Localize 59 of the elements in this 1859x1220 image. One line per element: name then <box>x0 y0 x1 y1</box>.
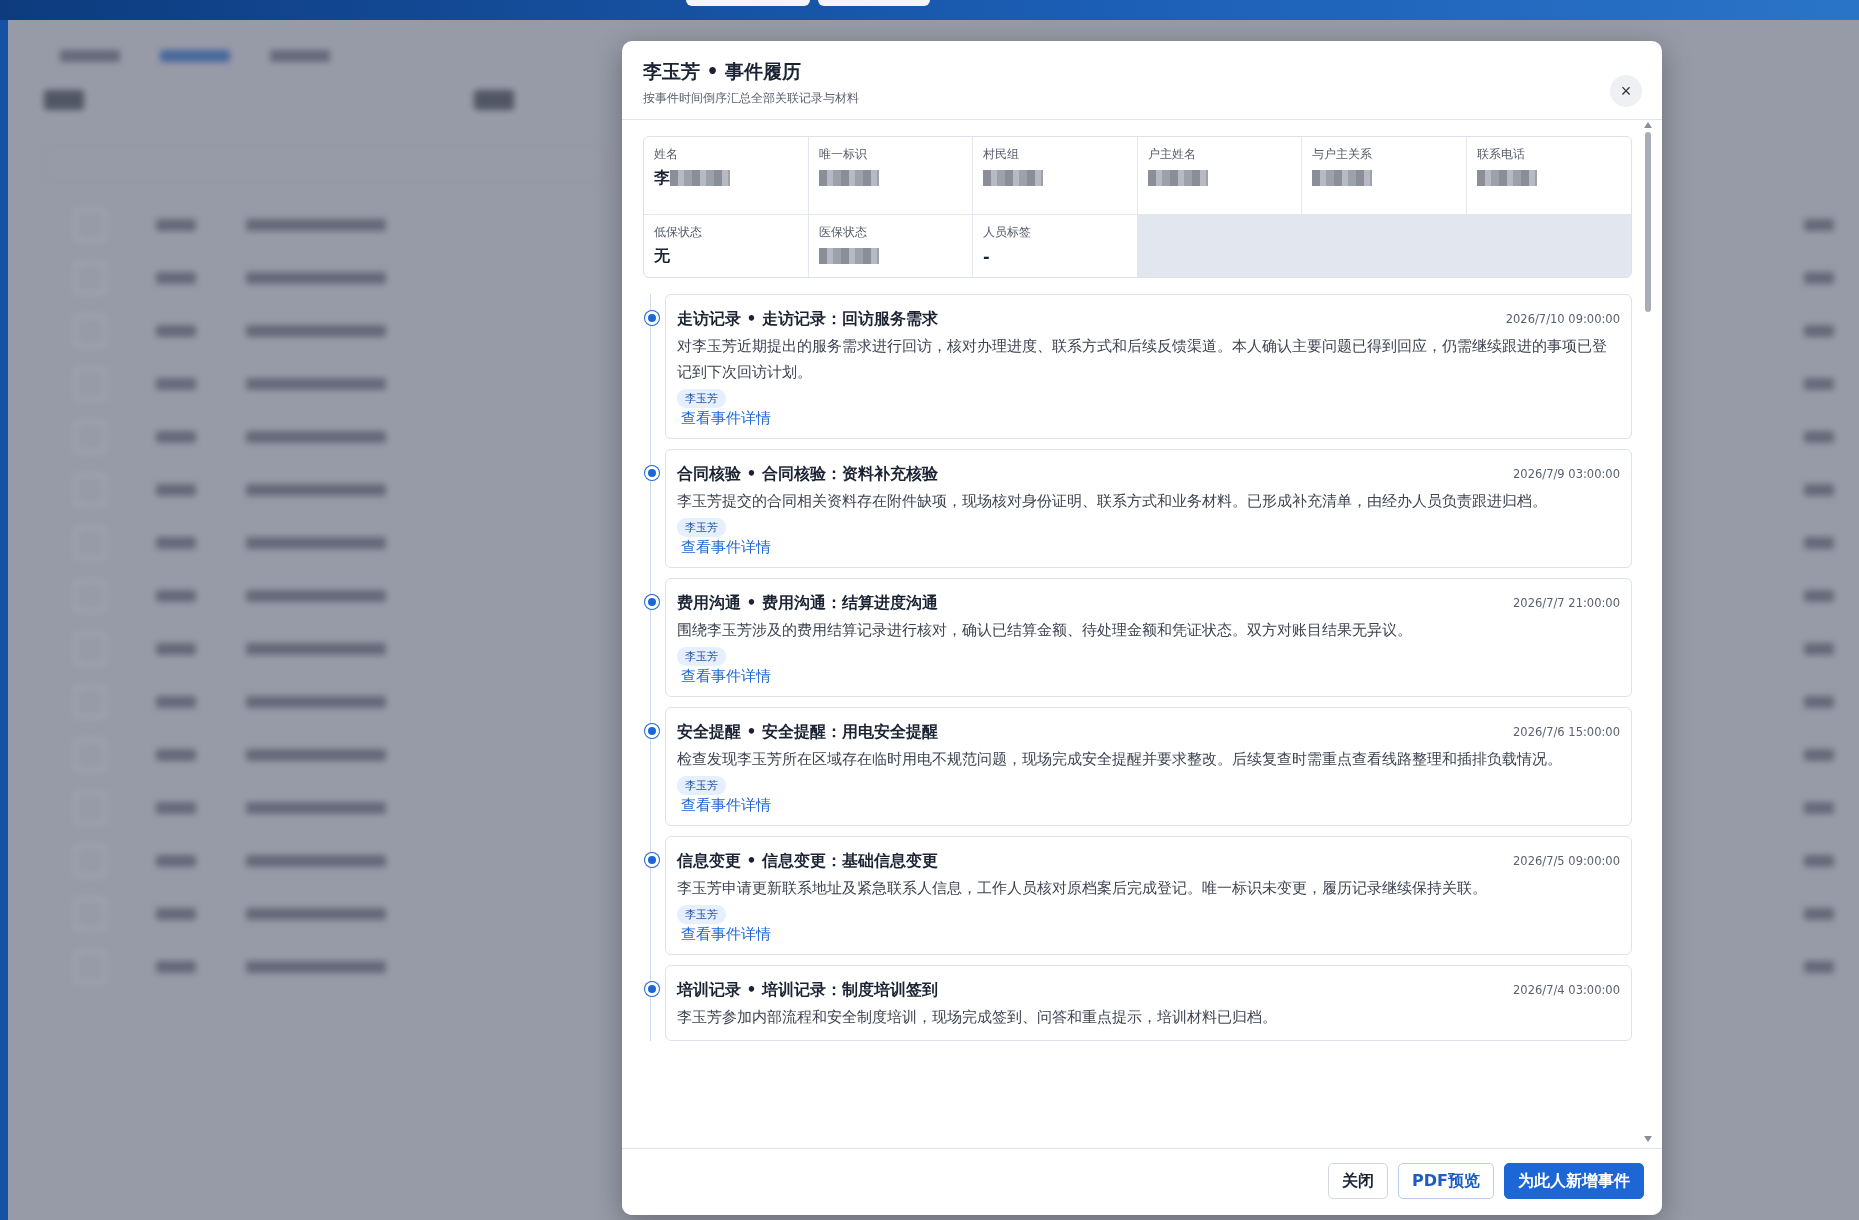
event-description: 检查发现李玉芳所在区域存在临时用电不规范问题，现场完成安全提醒并要求整改。后续复查时需重点查看线路整理和插排负载情况。 <box>677 749 1563 770</box>
redacted-block <box>1476 170 1537 186</box>
field-value: 李 <box>654 167 670 189</box>
person-tag: 李玉芳 <box>677 389 726 408</box>
field-value: - <box>983 246 990 266</box>
redacted-block <box>670 170 730 186</box>
event-title: 安全提醒 • 安全提醒：用电安全提醒 <box>677 721 938 743</box>
event-time: 2026/7/6 15:00:00 <box>1513 725 1620 739</box>
event-detail-link[interactable]: 查看事件详情 <box>681 538 771 556</box>
timeline-dot-icon <box>645 466 659 480</box>
event-time: 2026/7/4 03:00:00 <box>1513 983 1620 997</box>
redacted-block <box>818 170 879 186</box>
event-detail-link[interactable]: 查看事件详情 <box>681 667 771 685</box>
close-button[interactable]: × <box>1610 75 1642 107</box>
event-time: 2026/7/10 09:00:00 <box>1505 312 1620 326</box>
event-detail-link[interactable]: 查看事件详情 <box>681 925 771 943</box>
field-label: 姓名 <box>654 147 679 162</box>
redacted-block <box>1312 170 1372 186</box>
event-title: 信息变更 • 信息变更：基础信息变更 <box>677 850 938 872</box>
timeline-dot-icon <box>645 595 659 609</box>
event-title: 合同核验 • 合同核验：资料补充核验 <box>677 463 938 485</box>
dialog-subtitle: 按事件时间倒序汇总全部关联记录与材料 <box>643 91 859 106</box>
person-tag: 李玉芳 <box>677 518 726 537</box>
redacted-block <box>983 170 1043 186</box>
field-label: 村民组 <box>983 147 1020 162</box>
footer-button[interactable]: 关闭 <box>1328 1163 1389 1199</box>
timeline-dot-icon <box>645 853 659 867</box>
footer-button[interactable]: PDF预览 <box>1398 1163 1494 1199</box>
event-title: 培训记录 • 培训记录：制度培训签到 <box>677 979 938 1001</box>
timeline-dot-icon <box>645 724 659 738</box>
redacted-block <box>818 248 879 264</box>
person-tag: 李玉芳 <box>677 647 726 666</box>
dialog-title: 李玉芳 • 事件履历 <box>643 59 803 84</box>
footer-button[interactable]: 为此人新增事件 <box>1504 1163 1644 1199</box>
timeline-dot-icon <box>645 982 659 996</box>
field-label: 户主姓名 <box>1147 147 1197 162</box>
field-label: 人员标签 <box>983 225 1032 240</box>
field-value: 无 <box>654 245 670 267</box>
field-label: 低保状态 <box>654 225 703 240</box>
event-description: 围绕李玉芳涉及的费用结算记录进行核对，确认已结算金额、待处理金额和凭证状态。双方对账目结果无异议。 <box>677 620 1413 641</box>
person-tag: 李玉芳 <box>677 905 726 924</box>
event-description: 对李玉芳近期提出的服务需求进行回访，核对办理进度、联系方式和后续反馈渠道。本人确认主要问题已得到回应，仍需继续跟进的事项已登记到下次回访计划。 <box>677 336 1608 383</box>
event-description: 李玉芳申请更新联系地址及紧急联系人信息，工作人员核对原档案后完成登记。唯一标识未变更，履历记录继续保持关联。 <box>677 878 1488 899</box>
redacted-block <box>1147 170 1208 186</box>
event-description: 李玉芳提交的合同相关资料存在附件缺项，现场核对身份证明、联系方式和业务材料。已形成补充清单，由经办人员负责跟进归档。 <box>677 491 1548 512</box>
event-title: 走访记录 • 走访记录：回访服务需求 <box>677 308 938 330</box>
field-label: 联系电话 <box>1476 147 1526 162</box>
event-time: 2026/7/9 03:00:00 <box>1513 467 1620 481</box>
event-detail-link[interactable]: 查看事件详情 <box>681 409 771 427</box>
event-description: 李玉芳参加内部流程和安全制度培训，现场完成签到、问答和重点提示，培训材料已归档。 <box>677 1007 1278 1028</box>
field-label: 与户主关系 <box>1312 147 1373 162</box>
event-time: 2026/7/5 09:00:00 <box>1513 854 1620 868</box>
person-tag: 李玉芳 <box>677 776 726 795</box>
event-time: 2026/7/7 21:00:00 <box>1513 596 1620 610</box>
field-label: 医保状态 <box>818 225 868 240</box>
event-detail-link[interactable]: 查看事件详情 <box>681 796 771 814</box>
event-title: 费用沟通 • 费用沟通：结算进度沟通 <box>677 592 938 614</box>
timeline-dot-icon <box>645 311 659 325</box>
field-label: 唯一标识 <box>818 147 868 162</box>
